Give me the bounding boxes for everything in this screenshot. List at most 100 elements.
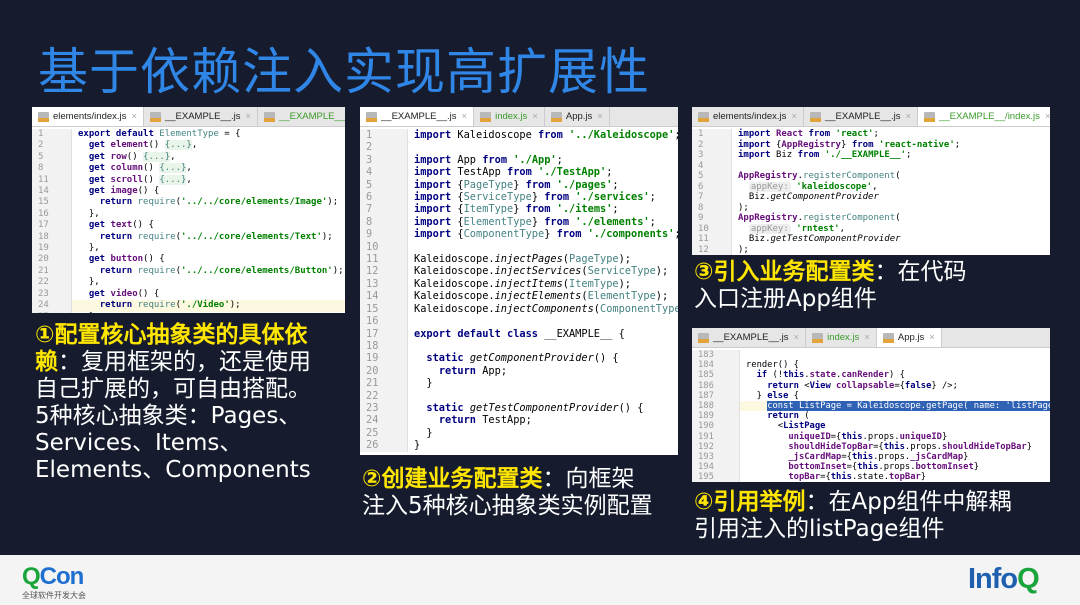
code-token: }, <box>78 208 100 219</box>
editor-gutter <box>722 411 740 422</box>
close-icon[interactable]: × <box>597 111 603 122</box>
code-token: } <box>920 472 927 482</box>
editor-gutter <box>60 220 72 232</box>
code-token: {...} <box>159 163 187 174</box>
code-line: 21 return require('../../core/elements/B… <box>32 265 345 278</box>
close-icon[interactable]: × <box>794 332 800 343</box>
code-token: uniqueID <box>899 431 942 442</box>
tab-label: __EXAMPLE__.js <box>381 111 457 122</box>
code-line: 15 Kaleidoscope.injectComponents(Componen… <box>360 302 678 316</box>
code-token: .props. <box>873 452 911 463</box>
code-line: 186 return <View collapsable={false} />; <box>692 380 1050 391</box>
code-token: } <box>1026 441 1033 452</box>
editor-tab[interactable]: App.js × <box>876 328 942 347</box>
line-number: 20 <box>360 364 390 378</box>
editor-tab[interactable]: elements/index.js × <box>32 107 144 126</box>
editor-gutter <box>60 231 72 244</box>
code-token: } <box>513 203 526 216</box>
editor-gutter <box>722 390 740 402</box>
line-number: 8 <box>360 215 390 229</box>
code-text: get video() { <box>72 289 159 300</box>
code-token: ItemType <box>463 203 514 216</box>
code-panel-elements: elements/index.js × __EXAMPLE__.js × __EXAMP… <box>32 107 345 313</box>
code-text: import {ElementType} from './elements'; <box>408 216 656 228</box>
code-editor: 1 import React from 'react'; 2 import {AppR… <box>692 127 1050 255</box>
code-text: get row() {...}, <box>72 151 176 163</box>
code-text: Kaleidoscope.injectServices(ServiceType)… <box>408 265 668 277</box>
editor-tab[interactable]: index.js × <box>474 107 545 126</box>
code-token: image <box>110 186 138 197</box>
code-token: } <box>963 452 969 463</box>
close-icon[interactable]: × <box>131 111 137 122</box>
editor-tab[interactable]: __EXAMPLE__.js × <box>692 328 807 347</box>
line-number: 10 <box>692 223 720 234</box>
editor-tab[interactable]: __EXAMPLE__.js × <box>360 107 475 126</box>
code-token: import <box>414 153 458 166</box>
code-token: ; <box>873 129 879 139</box>
code-token: } <box>414 377 433 390</box>
js-file-icon <box>698 111 709 122</box>
code-line: 191 uniqueID={this.props.uniqueID} <box>692 431 1050 442</box>
close-icon[interactable]: × <box>864 332 870 343</box>
code-line: 187 } else { <box>692 390 1050 402</box>
editor-gutter <box>390 129 408 142</box>
code-token: () <box>143 163 160 174</box>
editor-gutter <box>390 228 408 241</box>
code-token: './__EXAMPLE__' <box>824 150 906 160</box>
line-number: 15 <box>32 197 60 209</box>
close-icon[interactable]: × <box>462 111 468 122</box>
code-token: registerComponent <box>803 171 896 181</box>
editor-tab[interactable]: __EXAMPLE__/index.js× <box>258 107 345 126</box>
caption-line: 注入5种核心抽象类实例配置 <box>362 493 653 520</box>
caption-text: 自己扩展的，可自由搭配。 <box>35 376 311 402</box>
editor-gutter <box>390 426 408 440</box>
code-token: } <box>544 228 557 241</box>
code-token: appKey: <box>748 223 791 234</box>
code-line: 22 <box>360 389 678 402</box>
close-icon[interactable]: × <box>905 111 911 122</box>
line-number: 24 <box>360 414 390 427</box>
code-text: import {ComponentType} from './component… <box>408 228 678 240</box>
close-icon[interactable]: × <box>929 332 935 343</box>
code-panel-example: __EXAMPLE__.js × index.js × App.js × 1 import K… <box>360 107 678 455</box>
editor-tab[interactable]: __EXAMPLE__/index.js× <box>918 107 1050 126</box>
close-icon[interactable]: × <box>245 111 251 122</box>
code-token: getComponentProvider <box>770 192 879 202</box>
code-line: 8 import {ElementType} from './elements'; <box>360 215 678 229</box>
editor-tab[interactable]: index.js × <box>806 328 877 347</box>
editor-gutter <box>60 197 72 209</box>
code-token: export default <box>78 129 160 139</box>
code-token: import <box>414 191 458 204</box>
code-token: () <box>143 174 160 185</box>
editor-tab[interactable]: __EXAMPLE__.js × <box>144 107 259 126</box>
editor-gutter <box>60 208 72 221</box>
code-token: './pages' <box>556 178 613 191</box>
caption-line: 5种核心抽象类：Pages、 <box>35 403 311 430</box>
code-text: AppRegistry.registerComponent( <box>732 171 901 182</box>
caption-text: Services、Items、 <box>35 430 243 456</box>
tab-label: __EXAMPLE__.js <box>824 111 901 122</box>
code-panel-index: elements/index.js × __EXAMPLE__.js × __EXAMP… <box>692 107 1050 255</box>
close-icon[interactable]: × <box>532 111 538 122</box>
editor-gutter <box>722 360 740 371</box>
code-text: } <box>408 427 432 439</box>
editor-tab[interactable]: elements/index.js × <box>692 107 804 126</box>
close-icon[interactable]: × <box>791 111 797 122</box>
line-number: 2 <box>360 141 390 154</box>
code-token: state <box>809 370 837 381</box>
tab-label: elements/index.js <box>713 111 787 122</box>
qcon-logo-q: Q <box>22 563 41 590</box>
code-token: PageType <box>569 253 619 266</box>
editor-tab[interactable]: App.js × <box>545 107 610 126</box>
code-line: 7 Biz.getComponentProvider <box>692 192 1050 203</box>
editor-tab[interactable]: __EXAMPLE__.js × <box>804 107 919 126</box>
line-number: 9 <box>360 228 390 241</box>
code-token: ) { <box>889 370 905 381</box>
line-number: 11 <box>32 174 60 187</box>
line-number: 192 <box>692 441 722 453</box>
close-icon[interactable]: × <box>1045 111 1050 122</box>
code-text: import App from './App'; <box>408 154 563 166</box>
